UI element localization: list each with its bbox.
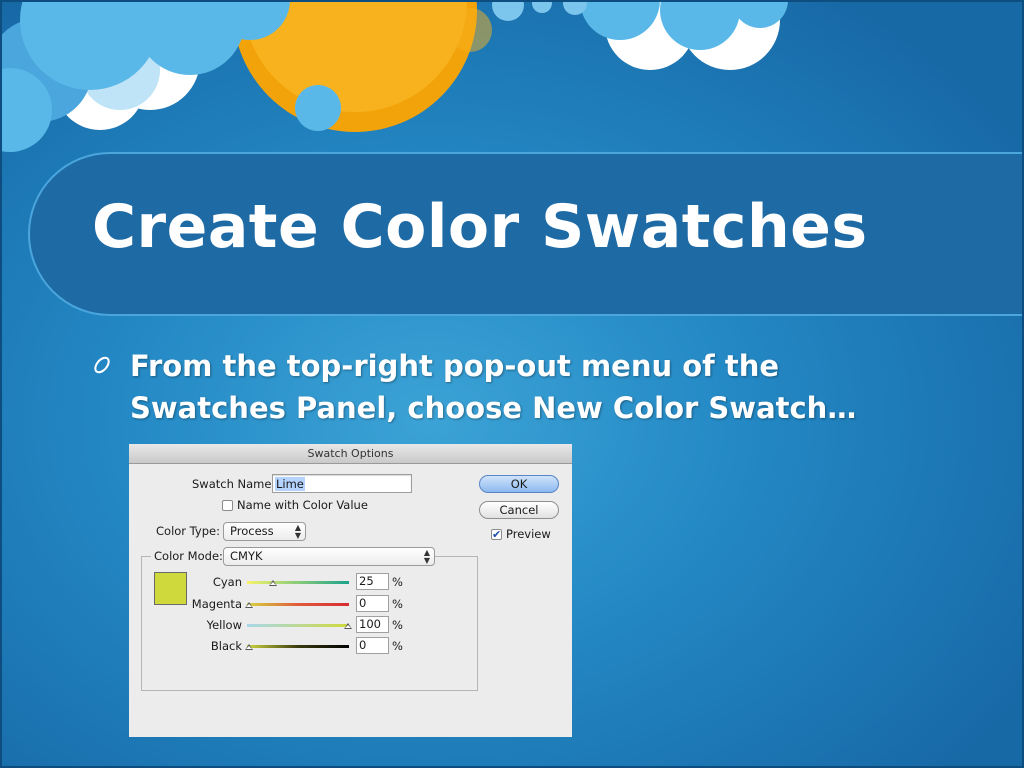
preview-label: Preview — [506, 527, 551, 541]
clouds-sun-decoration — [0, 0, 788, 152]
yellow-unit: % — [392, 618, 403, 632]
bullet-icon — [94, 356, 110, 374]
cancel-button[interactable]: Cancel — [479, 501, 559, 519]
cyan-unit: % — [392, 575, 403, 589]
black-unit: % — [392, 639, 403, 653]
yellow-label: Yellow — [206, 618, 242, 632]
magenta-label: Magenta — [191, 597, 242, 611]
swatch-name-value: Lime — [275, 477, 305, 491]
black-slider-thumb[interactable] — [245, 644, 253, 650]
magenta-slider-thumb[interactable] — [245, 602, 253, 608]
color-mode-label: Color Mode: — [151, 549, 226, 563]
cyan-label: Cyan — [212, 575, 242, 589]
slide-title: Create Color Swatches — [92, 192, 868, 262]
yellow-slider-thumb[interactable] — [344, 623, 352, 629]
swatch-name-label: Swatch Name: — [192, 477, 276, 491]
color-mode-dropdown[interactable]: CMYK ▲ ▼ — [223, 547, 435, 566]
magenta-unit: % — [392, 597, 403, 611]
yellow-value-field[interactable]: 100 — [356, 616, 389, 633]
name-with-color-value-checkbox[interactable] — [222, 500, 233, 511]
black-label: Black — [210, 639, 242, 653]
cyan-value-field[interactable]: 25 — [356, 573, 389, 590]
name-with-color-value-label: Name with Color Value — [237, 498, 368, 512]
dialog-title: Swatch Options — [129, 444, 572, 464]
swatch-name-field[interactable]: Lime — [272, 474, 412, 493]
yellow-slider[interactable] — [247, 624, 349, 627]
color-type-dropdown[interactable]: Process ▲ ▼ — [223, 522, 306, 541]
black-slider[interactable] — [247, 645, 349, 648]
chevron-updown-icon: ▲ ▼ — [294, 523, 301, 540]
cyan-slider[interactable] — [247, 581, 349, 584]
swatch-options-dialog: Swatch Options Swatch Name: Lime Name wi… — [129, 444, 572, 737]
color-mode-value: CMYK — [230, 549, 263, 563]
cyan-slider-thumb[interactable] — [269, 580, 277, 586]
chevron-updown-icon: ▲ ▼ — [423, 548, 430, 565]
color-type-label: Color Type: — [156, 524, 220, 538]
bullet-text: From the top-right pop-out menu of the S… — [130, 349, 857, 425]
color-type-value: Process — [230, 524, 274, 538]
slide: Create Color Swatches From the top-right… — [0, 0, 1024, 768]
ok-button[interactable]: OK — [479, 475, 559, 493]
preview-checkbox[interactable]: ✔ — [491, 529, 502, 540]
magenta-slider[interactable] — [247, 603, 349, 606]
magenta-value-field[interactable]: 0 — [356, 595, 389, 612]
black-value-field[interactable]: 0 — [356, 637, 389, 654]
